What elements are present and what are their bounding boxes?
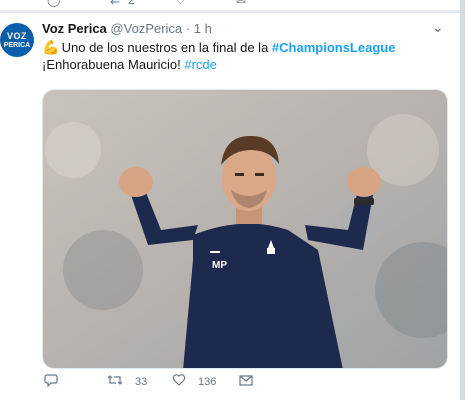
previous-tweet-actions: ◯ ⇄ 2 ♡ ✉ xyxy=(0,0,465,10)
tweet-text: 💪 Uno de los nuestros en la final de la … xyxy=(42,39,447,73)
tweet-actions: 33 136 xyxy=(42,371,442,391)
photo-illustration: MP xyxy=(43,90,447,368)
separator-dot: · xyxy=(185,21,191,36)
tweet-text-part1: Uno de los nuestros en la final de la xyxy=(58,40,272,55)
hashtag-link[interactable]: #ChampionsLeague xyxy=(272,40,396,55)
heart-icon xyxy=(172,373,186,390)
avatar-line2: PERICA xyxy=(3,41,31,49)
retweet-count: 33 xyxy=(135,375,148,388)
like-count: 136 xyxy=(198,375,217,388)
direct-message-button[interactable] xyxy=(239,373,265,390)
tweet-image[interactable]: MP xyxy=(42,89,448,369)
flexed-biceps-icon: 💪 xyxy=(42,39,60,55)
display-name[interactable]: Voz Perica xyxy=(42,21,107,36)
reply-button[interactable] xyxy=(44,373,70,390)
reply-icon xyxy=(44,373,58,390)
previous-retweet-icon[interactable]: ⇄ xyxy=(110,0,120,7)
avatar[interactable]: VOZ PERICA xyxy=(0,23,34,57)
retweet-icon xyxy=(107,373,123,390)
tweet[interactable]: VOZ PERICA Voz Perica @VozPerica · 1 h ⌄… xyxy=(0,12,460,400)
tweet-text-part2: ¡Enhorabuena Mauricio! xyxy=(42,57,185,72)
avatar-line1: VOZ xyxy=(6,30,27,41)
previous-reply-icon[interactable]: ◯ xyxy=(47,0,60,7)
retweet-button[interactable]: 33 xyxy=(107,373,147,390)
hashtag-link[interactable]: #rcde xyxy=(184,57,217,72)
user-handle[interactable]: @VozPerica xyxy=(110,21,182,36)
previous-dm-icon[interactable]: ✉ xyxy=(236,0,246,7)
previous-like-icon[interactable]: ♡ xyxy=(175,0,186,7)
scrollbar[interactable] xyxy=(460,0,465,400)
image-initials: MP xyxy=(212,260,227,271)
envelope-icon xyxy=(239,373,253,390)
tweet-header: Voz Perica @VozPerica · 1 h xyxy=(42,21,212,36)
like-button[interactable]: 136 xyxy=(172,373,216,390)
previous-retweet-count: 2 xyxy=(128,0,135,7)
timestamp[interactable]: 1 h xyxy=(194,21,212,36)
chevron-down-icon[interactable]: ⌄ xyxy=(432,19,444,36)
